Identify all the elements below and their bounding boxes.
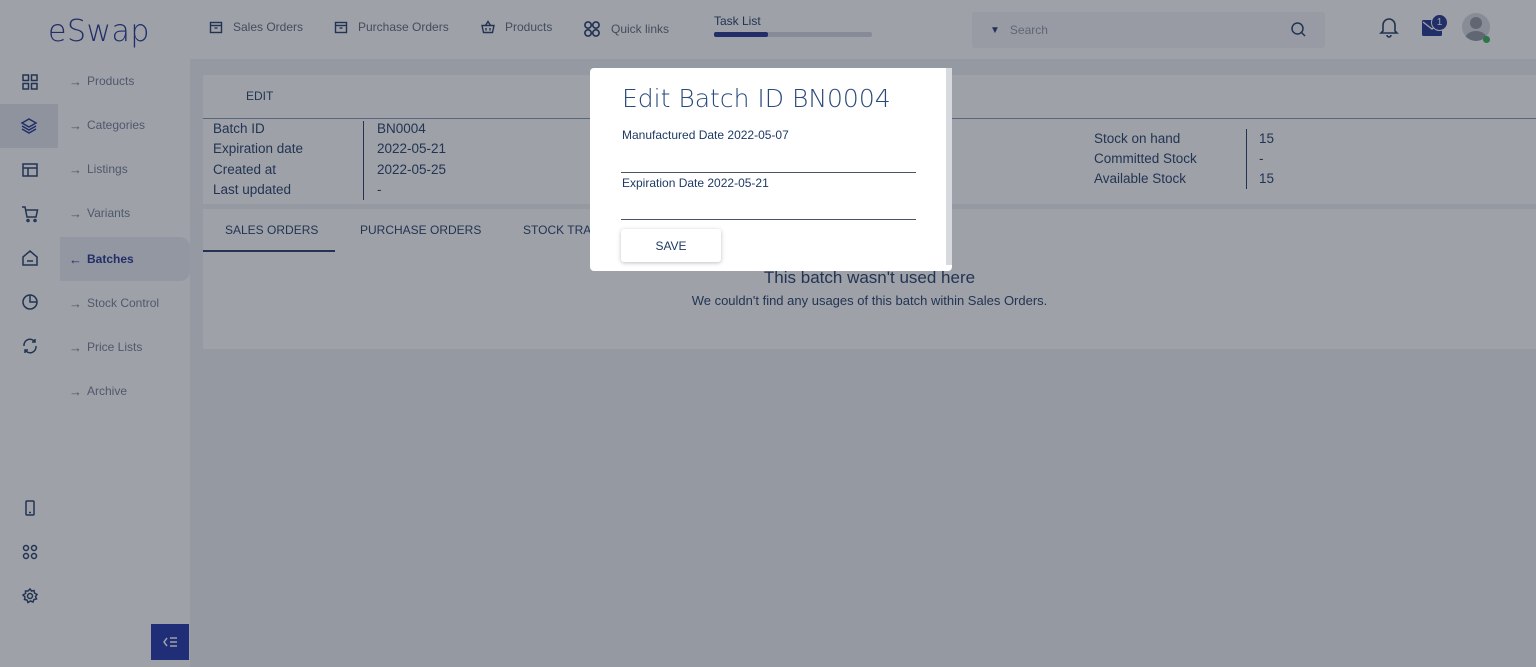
edit-batch-modal: Edit Batch ID BN0004 Manufactured Date 2… [590,68,952,271]
modal-scrollbar[interactable] [946,68,952,265]
manufactured-date-label: Manufactured Date 2022-05-07 [622,128,789,142]
save-button[interactable]: SAVE [621,229,721,262]
expiration-date-input[interactable] [621,194,916,220]
modal-title: Edit Batch ID BN0004 [622,84,891,113]
manufactured-date-input[interactable] [621,147,916,173]
expiration-date-label: Expiration Date 2022-05-21 [622,176,769,190]
